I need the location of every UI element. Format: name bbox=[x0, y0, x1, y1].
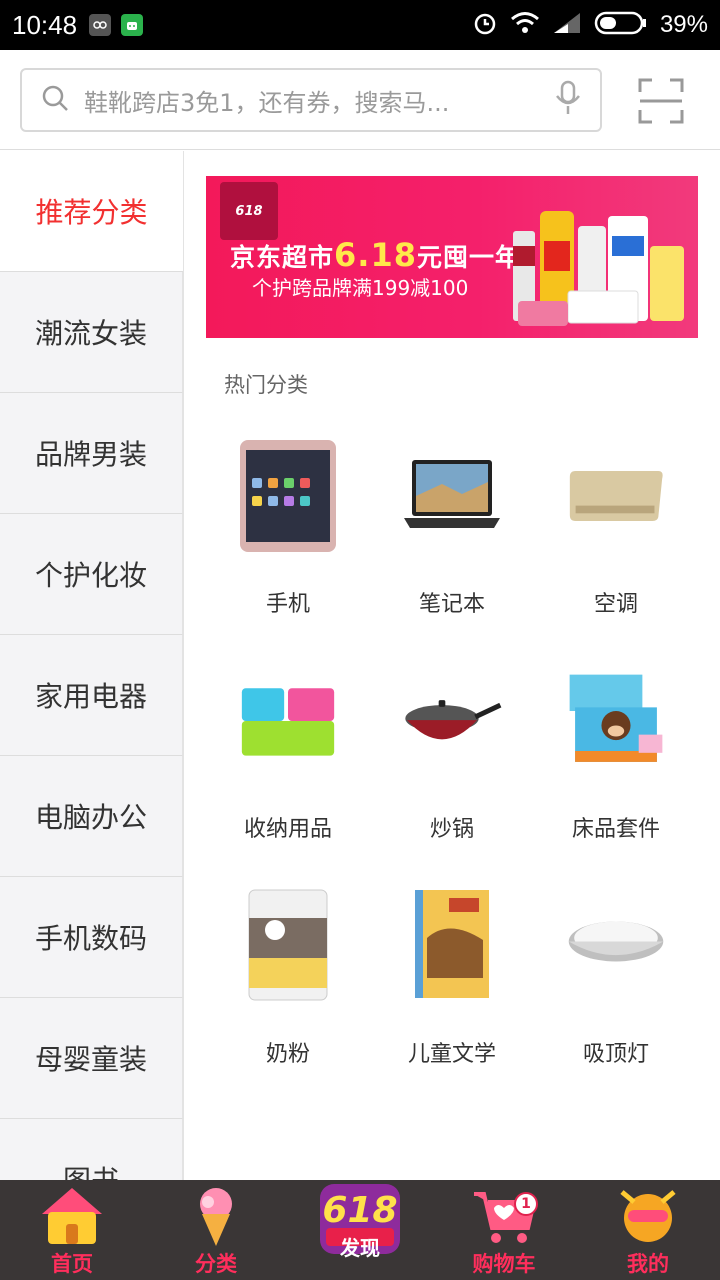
sidebar-item-personal-care[interactable]: 个护化妆 bbox=[0, 514, 183, 635]
clock: 10:48 bbox=[12, 9, 78, 40]
wifi-icon bbox=[510, 11, 540, 39]
microphone-icon[interactable] bbox=[554, 80, 582, 120]
alarm-icon bbox=[472, 10, 498, 40]
battery-icon bbox=[594, 10, 648, 40]
category-label: 儿童文学 bbox=[407, 1042, 496, 1067]
tab-cart-label: 购物车 bbox=[472, 1252, 536, 1276]
tab-category[interactable]: 分类 bbox=[144, 1180, 288, 1280]
discover-618-badge: 618 bbox=[322, 1190, 398, 1231]
book-icon bbox=[402, 886, 502, 1006]
category-label: 笔记本 bbox=[418, 592, 485, 617]
category-item[interactable]: 手机 bbox=[206, 426, 370, 641]
category-item[interactable]: 床品套件 bbox=[534, 651, 698, 866]
banner-subline: 个护跨品牌满199减100 bbox=[252, 276, 469, 300]
milk-powder-icon bbox=[238, 886, 338, 1006]
banner-headline-prefix: 京东超市 bbox=[230, 243, 335, 272]
wok-icon bbox=[402, 661, 502, 781]
tab-discover[interactable]: 618 发现 bbox=[288, 1180, 432, 1280]
category-icon bbox=[200, 1188, 232, 1246]
search-icon bbox=[40, 83, 70, 117]
banner-products-image bbox=[513, 211, 684, 326]
tab-category-label: 分类 bbox=[195, 1252, 237, 1276]
home-icon bbox=[42, 1188, 102, 1244]
sidebar-item-books[interactable]: 图书 bbox=[0, 1119, 183, 1181]
signal-icon bbox=[552, 11, 582, 39]
category-label: 奶粉 bbox=[265, 1042, 310, 1067]
air-conditioner-icon bbox=[566, 436, 666, 556]
sidebar-item-baby[interactable]: 母婴童装 bbox=[0, 998, 183, 1119]
sidebar-item-appliances[interactable]: 家用电器 bbox=[0, 635, 183, 756]
category-label: 吸顶灯 bbox=[582, 1042, 649, 1067]
category-item[interactable]: 儿童文学 bbox=[370, 876, 534, 1091]
tab-cart[interactable]: 1 购物车 bbox=[432, 1180, 576, 1280]
tab-home[interactable]: 首页 bbox=[0, 1180, 144, 1280]
category-label: 床品套件 bbox=[571, 817, 660, 842]
profile-icon bbox=[620, 1190, 676, 1242]
search-header: 鞋靴跨店3免1，还有券，搜索马... bbox=[0, 50, 720, 150]
banner-headline-suffix: 元囤一年 bbox=[416, 243, 521, 272]
app-notification-icon bbox=[89, 14, 112, 36]
android-notification-icon bbox=[121, 14, 144, 36]
category-label: 收纳用品 bbox=[243, 817, 332, 842]
category-label: 炒锅 bbox=[429, 817, 474, 842]
sidebar-item-recommended[interactable]: 推荐分类 bbox=[0, 151, 183, 272]
bedding-icon bbox=[566, 661, 666, 781]
laptop-icon bbox=[402, 436, 502, 556]
hot-categories-title: 热门分类 bbox=[224, 373, 308, 397]
phone-icon bbox=[238, 436, 338, 556]
category-item[interactable]: 吸顶灯 bbox=[534, 876, 698, 1091]
battery-percent: 39% bbox=[659, 11, 708, 38]
category-item[interactable]: 空调 bbox=[534, 426, 698, 641]
storage-box-icon bbox=[238, 661, 338, 781]
category-item[interactable]: 笔记本 bbox=[370, 426, 534, 641]
sidebar-item-computers[interactable]: 电脑办公 bbox=[0, 756, 183, 877]
search-input[interactable]: 鞋靴跨店3免1，还有券，搜索马... bbox=[20, 68, 602, 132]
category-item[interactable]: 奶粉 bbox=[206, 876, 370, 1091]
status-bar: 10:48 39% bbox=[0, 0, 720, 50]
tab-home-label: 首页 bbox=[51, 1252, 93, 1276]
tab-profile[interactable]: 我的 bbox=[576, 1180, 720, 1280]
sidebar-item-men-brand[interactable]: 品牌男装 bbox=[0, 393, 183, 514]
category-sidebar: 推荐分类 潮流女装 品牌男装 个护化妆 家用电器 电脑办公 手机数码 母婴童装 … bbox=[0, 151, 184, 1181]
promo-banner[interactable]: 618 京东超市6.18元囤一年 个护跨品牌满199减100 bbox=[206, 176, 698, 338]
cart-count-badge: 1 bbox=[514, 1192, 538, 1216]
main-content: 618 京东超市6.18元囤一年 个护跨品牌满199减100 热门分类 手机 笔… bbox=[184, 151, 720, 1181]
category-label: 空调 bbox=[593, 592, 638, 617]
scan-icon[interactable] bbox=[638, 78, 684, 124]
category-item[interactable]: 收纳用品 bbox=[206, 651, 370, 866]
banner-headline: 京东超市6.18元囤一年 bbox=[230, 236, 521, 274]
banner-headline-highlight: 6.18 bbox=[334, 236, 417, 274]
sidebar-item-women-fashion[interactable]: 潮流女装 bbox=[0, 272, 183, 393]
search-placeholder: 鞋靴跨店3免1，还有券，搜索马... bbox=[84, 88, 450, 117]
category-label: 手机 bbox=[265, 592, 310, 617]
sidebar-item-phones[interactable]: 手机数码 bbox=[0, 877, 183, 998]
bottom-tab-bar: 首页 分类 618 发现 1 购物车 我的 bbox=[0, 1180, 720, 1280]
618-logo: 618 bbox=[220, 182, 278, 240]
ceiling-lamp-icon bbox=[566, 886, 666, 1006]
tab-discover-label: 发现 bbox=[340, 1236, 380, 1260]
category-item[interactable]: 炒锅 bbox=[370, 651, 534, 866]
tab-profile-label: 我的 bbox=[627, 1252, 669, 1276]
